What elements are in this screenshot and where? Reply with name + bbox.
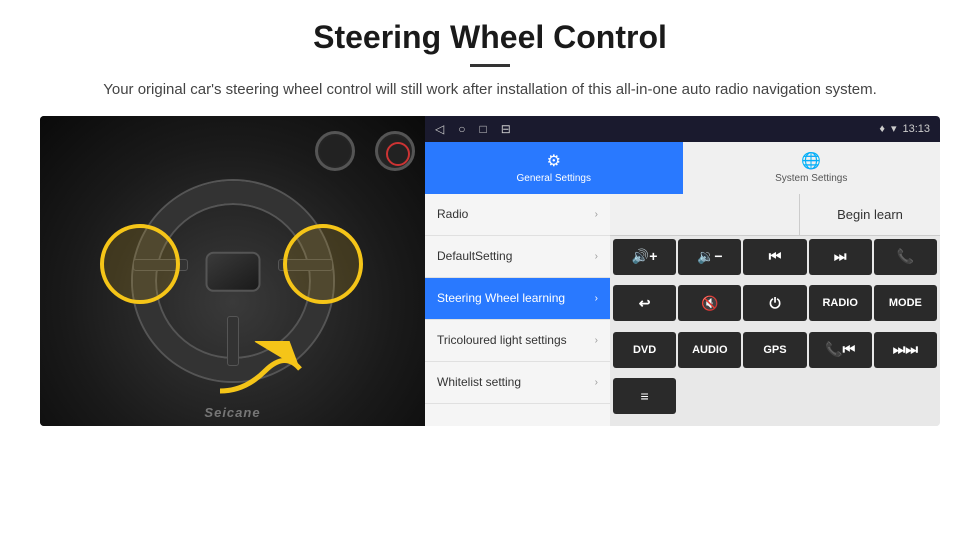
hang-up-button[interactable]: ↩ — [613, 285, 676, 321]
radio-label: RADIO — [822, 297, 857, 309]
content-row: Seicane ◁ ○ □ ⊟ ♦ ▾ 13:13 — [40, 116, 940, 426]
list-button[interactable]: ≡ — [613, 378, 676, 414]
menu-item-default-setting[interactable]: DefaultSetting › — [425, 236, 610, 278]
audio-button[interactable]: AUDIO — [678, 332, 741, 368]
audio-label: AUDIO — [692, 344, 727, 356]
general-settings-label: General Settings — [517, 173, 592, 184]
tab-bar: ⚙ General Settings 🌐 System Settings — [425, 142, 940, 194]
watermark: Seicane — [204, 405, 260, 420]
list-icon: ≡ — [641, 388, 649, 404]
vol-down-icon: 🔉− — [697, 248, 723, 265]
phone-button[interactable]: 📞 — [874, 239, 937, 275]
next-track-icon: ⏭ — [834, 248, 847, 265]
radio-button[interactable]: RADIO — [809, 285, 872, 321]
system-settings-label: System Settings — [775, 173, 847, 184]
chevron-icon: › — [595, 335, 598, 346]
status-right: ♦ ▾ 13:13 — [879, 122, 930, 135]
recent-icon[interactable]: □ — [479, 122, 486, 136]
gauge-left — [315, 131, 355, 171]
main-content: Radio › DefaultSetting › Steering Wheel … — [425, 194, 940, 426]
power-button[interactable]: ⏻ — [743, 285, 806, 321]
vol-down-button[interactable]: 🔉− — [678, 239, 741, 275]
clock: 13:13 — [902, 123, 930, 135]
page-title: Steering Wheel Control — [40, 18, 940, 56]
chevron-icon: › — [595, 293, 598, 304]
gps-label: GPS — [763, 344, 786, 356]
arrow-indicator — [215, 341, 305, 406]
android-ui-panel: ◁ ○ □ ⊟ ♦ ▾ 13:13 ⚙ General Settings — [425, 116, 940, 426]
subtitle: Your original car's steering wheel contr… — [80, 79, 900, 102]
begin-learn-button[interactable]: Begin learn — [800, 194, 940, 235]
power-icon: ⏻ — [769, 295, 780, 312]
right-panel: Begin learn 🔊+ 🔉− ⏮ — [610, 194, 940, 426]
menu-item-radio[interactable]: Radio › — [425, 194, 610, 236]
system-settings-icon: 🌐 — [801, 151, 821, 171]
tab-system-settings[interactable]: 🌐 System Settings — [683, 142, 941, 194]
prev-track-icon: ⏮ — [769, 248, 782, 265]
wifi-icon: ▾ — [891, 122, 897, 135]
menu-item-steering-wheel[interactable]: Steering Wheel learning › — [425, 278, 610, 320]
mute-button[interactable]: 🔇 — [678, 285, 741, 321]
general-settings-icon: ⚙ — [547, 151, 561, 171]
tab-general-settings[interactable]: ⚙ General Settings — [425, 142, 683, 194]
phone-icon: 📞 — [897, 248, 914, 265]
menu-item-tricoloured[interactable]: Tricoloured light settings › — [425, 320, 610, 362]
title-section: Steering Wheel Control Your original car… — [40, 18, 940, 102]
mode-label: MODE — [889, 297, 922, 309]
gauge-right — [375, 131, 415, 171]
steering-wheel-image: Seicane — [40, 116, 425, 426]
prev-track-button[interactable]: ⏮ — [743, 239, 806, 275]
sw-hub — [205, 252, 260, 292]
phone-prev-icon: 📞⏮ — [825, 341, 855, 358]
left-menu: Radio › DefaultSetting › Steering Wheel … — [425, 194, 610, 426]
highlight-circle-left — [100, 224, 180, 304]
menu-item-whitelist[interactable]: Whitelist setting › — [425, 362, 610, 404]
control-button-grid: 🔊+ 🔉− ⏮ ⏭ 📞 — [610, 236, 940, 426]
nav-icons: ◁ ○ □ ⊟ — [435, 122, 511, 136]
home-icon[interactable]: ○ — [458, 122, 465, 136]
chevron-icon: › — [595, 377, 598, 388]
chevron-icon: › — [595, 209, 598, 220]
mute-icon: 🔇 — [701, 295, 718, 312]
highlight-circle-right — [283, 224, 363, 304]
dvd-label: DVD — [633, 344, 656, 356]
status-bar: ◁ ○ □ ⊟ ♦ ▾ 13:13 — [425, 116, 940, 142]
next-track-button[interactable]: ⏭ — [809, 239, 872, 275]
chevron-icon: › — [595, 251, 598, 262]
mode-button[interactable]: MODE — [874, 285, 937, 321]
empty-assignment-box — [610, 194, 800, 235]
vol-up-icon: 🔊+ — [632, 248, 658, 265]
signal-icon: ♦ — [879, 123, 885, 135]
menu-icon[interactable]: ⊟ — [501, 122, 511, 136]
page-wrapper: Steering Wheel Control Your original car… — [0, 0, 980, 436]
vol-up-button[interactable]: 🔊+ — [613, 239, 676, 275]
title-divider — [470, 64, 510, 67]
gauge-area — [315, 126, 415, 186]
dvd-button[interactable]: DVD — [613, 332, 676, 368]
hang-up-icon: ↩ — [639, 295, 651, 312]
gps-button[interactable]: GPS — [743, 332, 806, 368]
top-row: Begin learn — [610, 194, 940, 236]
skip-forward-icon: ⏭⏭ — [893, 341, 918, 358]
arrow-svg — [215, 341, 305, 401]
back-icon[interactable]: ◁ — [435, 122, 444, 136]
skip-forward-button[interactable]: ⏭⏭ — [874, 332, 937, 368]
phone-prev-button[interactable]: 📞⏮ — [809, 332, 872, 368]
